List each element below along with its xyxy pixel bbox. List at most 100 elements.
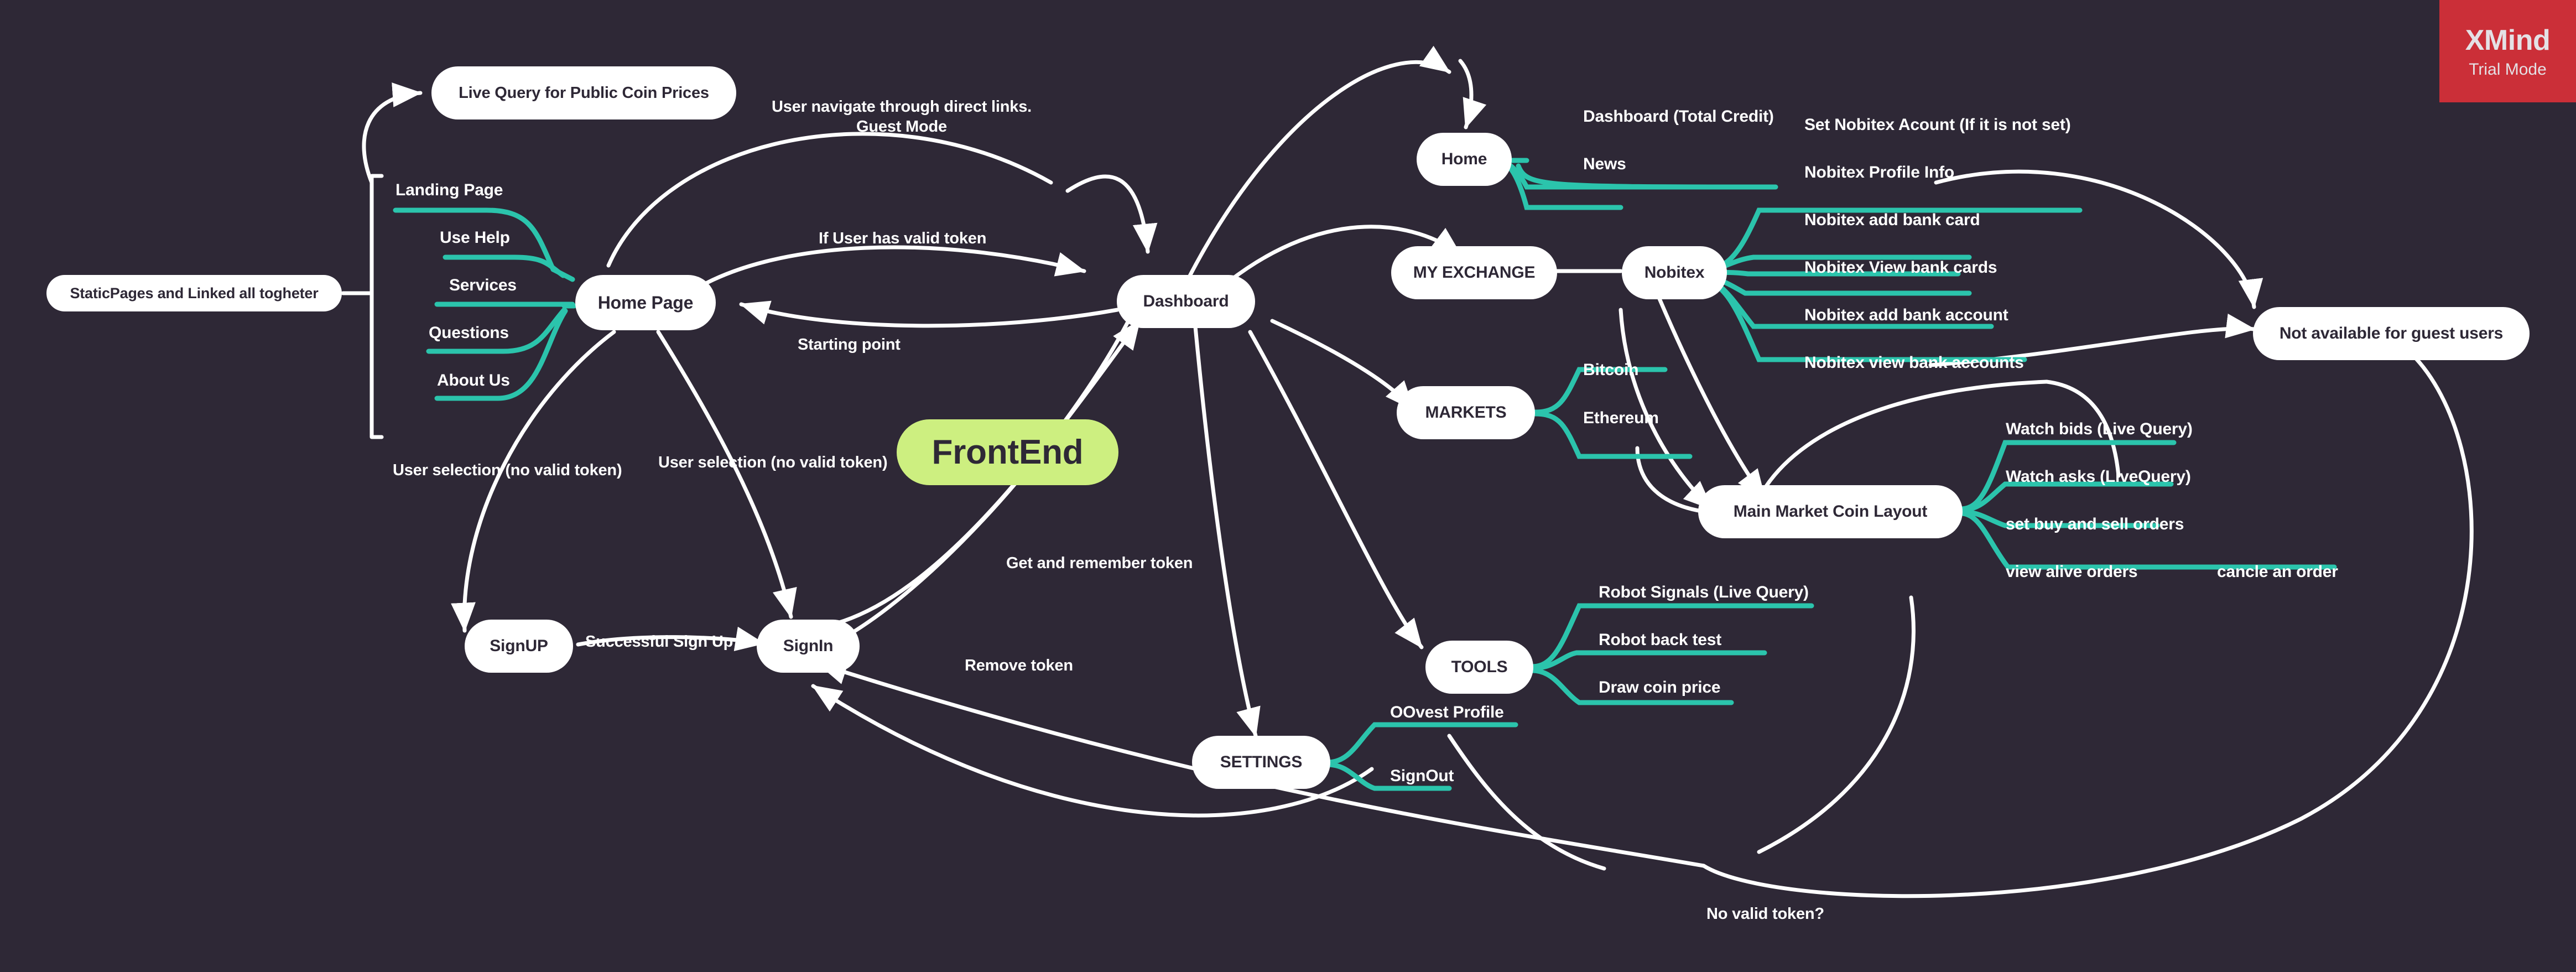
node-home-label: Home xyxy=(1441,150,1487,168)
node-home-page-label: Home Page xyxy=(597,292,694,313)
node-frontend-label: FrontEnd xyxy=(931,433,1084,471)
node-main-market-coin-layout[interactable]: Main Market Coin Layout xyxy=(1698,485,1963,538)
leaf-nobitex-add-bank-card[interactable]: Nobitex add bank card xyxy=(1804,211,1980,229)
node-markets[interactable]: MARKETS xyxy=(1397,386,1535,439)
edge-label-user-selection-right-text: User selection (no valid token) xyxy=(658,454,888,471)
edge-label-remove-token-text: Remove token xyxy=(965,657,1073,674)
edge-label-successful-signup-text: Successful Sign Up xyxy=(585,633,733,651)
leaf-watch-asks-label: Watch asks (LiveQuery) xyxy=(2006,467,2191,486)
leaf-signout-label: SignOut xyxy=(1390,767,1454,785)
leaf-nobitex-add-bank-account-label: Nobitex add bank account xyxy=(1804,306,2008,324)
leaf-nobitex-view-bank-accounts-label: Nobitex view bank accounts xyxy=(1804,354,2024,372)
leaf-landing-page-label: Landing Page xyxy=(395,181,503,199)
node-home-page[interactable]: Home Page xyxy=(575,275,716,330)
edge-label-user-selection-left-text: User selection (no valid token) xyxy=(393,461,622,479)
leaf-nobitex-add-bank-card-label: Nobitex add bank card xyxy=(1804,211,1980,229)
edge-label-successful-signup: Successful Sign Up xyxy=(585,632,733,652)
edge-label-no-valid-token: No valid token? xyxy=(1706,904,1824,924)
leaf-nobitex-profile-info-label: Nobitex Profile Info xyxy=(1804,163,1955,181)
leaf-services[interactable]: Services xyxy=(449,277,517,294)
node-settings-label: SETTINGS xyxy=(1220,753,1303,771)
leaf-watch-bids[interactable]: Watch bids (Live Query) xyxy=(2006,420,2193,438)
leaf-dashboard-total-credit-label: Dashboard (Total Credit) xyxy=(1583,107,1774,126)
node-markets-label: MARKETS xyxy=(1425,403,1507,422)
leaf-services-label: Services xyxy=(449,276,517,294)
node-not-available-for-guest-users[interactable]: Not available for guest users xyxy=(2253,307,2530,360)
leaf-landing-page[interactable]: Landing Page xyxy=(395,181,503,199)
xmind-trial-watermark: XMind Trial Mode xyxy=(2439,0,2576,102)
leaf-nobitex-view-bank-accounts[interactable]: Nobitex view bank accounts xyxy=(1804,354,2024,372)
leaf-nobitex-view-bank-cards[interactable]: Nobitex View bank cards xyxy=(1804,259,1997,277)
leaf-cancle-an-order[interactable]: cancle an order xyxy=(2217,563,2338,581)
leaf-robot-signals[interactable]: Robot Signals (Live Query) xyxy=(1599,584,1809,601)
edge-label-get-remember-token: Get and remember token xyxy=(1006,553,1193,573)
leaf-use-help-label: Use Help xyxy=(440,228,510,247)
leaf-questions-label: Questions xyxy=(429,324,509,342)
node-my-exchange-label: MY EXCHANGE xyxy=(1413,263,1536,282)
leaf-draw-coin-price[interactable]: Draw coin price xyxy=(1599,678,1721,696)
node-static-pages-label: StaticPages and Linked all togheter xyxy=(70,284,319,302)
edge-label-user-selection-right: User selection (no valid token) xyxy=(658,453,888,472)
edge-label-get-remember-token-text: Get and remember token xyxy=(1006,554,1193,572)
leaf-nobitex-view-bank-cards-label: Nobitex View bank cards xyxy=(1804,258,1997,277)
node-signin[interactable]: SignIn xyxy=(757,620,860,673)
node-dashboard-label: Dashboard xyxy=(1143,292,1229,310)
node-my-exchange[interactable]: MY EXCHANGE xyxy=(1391,246,1557,299)
node-tools[interactable]: TOOLS xyxy=(1425,641,1533,694)
leaf-news-label: News xyxy=(1583,155,1626,173)
leaf-watch-asks[interactable]: Watch asks (LiveQuery) xyxy=(2006,468,2191,486)
node-home[interactable]: Home xyxy=(1417,133,1512,186)
node-signup-label: SignUP xyxy=(490,637,548,655)
edge-label-starting-point-text: Starting point xyxy=(798,336,901,354)
edge-label-guest-mode-text: User navigate through direct links. Gues… xyxy=(772,98,1032,136)
node-dashboard[interactable]: Dashboard xyxy=(1117,275,1255,328)
node-nobitex-label: Nobitex xyxy=(1644,263,1705,282)
leaf-about-us[interactable]: About Us xyxy=(437,372,510,389)
leaf-about-us-label: About Us xyxy=(437,371,510,389)
leaf-oovest-profile-label: OOvest Profile xyxy=(1390,703,1504,721)
node-settings[interactable]: SETTINGS xyxy=(1192,736,1330,789)
leaf-oovest-profile[interactable]: OOvest Profile xyxy=(1390,704,1504,721)
leaf-robot-back-test-label: Robot back test xyxy=(1599,631,1722,649)
edge-layer xyxy=(341,45,2474,898)
leaf-set-nobitex-account-label: Set Nobitex Acount (If it is not set) xyxy=(1804,116,2071,134)
leaf-ethereum[interactable]: Ethereum xyxy=(1583,409,1659,427)
node-static-pages[interactable]: StaticPages and Linked all togheter xyxy=(46,275,342,311)
edge-label-remove-token: Remove token xyxy=(965,656,1073,675)
leaf-watch-bids-label: Watch bids (Live Query) xyxy=(2006,420,2193,438)
node-live-query-public-coin-prices[interactable]: Live Query for Public Coin Prices xyxy=(431,66,736,119)
leaf-nobitex-add-bank-account[interactable]: Nobitex add bank account xyxy=(1804,306,2008,324)
edge-label-starting-point: Starting point xyxy=(798,335,901,355)
node-live-query-label: Live Query for Public Coin Prices xyxy=(459,84,709,102)
node-not-available-label: Not available for guest users xyxy=(2279,324,2504,342)
leaf-set-buy-and-sell-orders-label: set buy and sell orders xyxy=(2006,515,2184,533)
node-nobitex[interactable]: Nobitex xyxy=(1622,246,1727,299)
node-signin-label: SignIn xyxy=(783,637,834,655)
node-signup[interactable]: SignUP xyxy=(465,620,573,673)
leaf-ethereum-label: Ethereum xyxy=(1583,409,1659,427)
leaf-set-nobitex-account[interactable]: Set Nobitex Acount (If it is not set) xyxy=(1804,116,2071,134)
node-frontend-central[interactable]: FrontEnd xyxy=(897,419,1118,485)
leaf-questions[interactable]: Questions xyxy=(429,324,509,342)
leaf-robot-signals-label: Robot Signals (Live Query) xyxy=(1599,583,1809,601)
leaf-bitcoin[interactable]: Bitcoin xyxy=(1583,361,1638,379)
leaf-bitcoin-label: Bitcoin xyxy=(1583,361,1639,379)
watermark-subtitle: Trial Mode xyxy=(2469,60,2547,79)
leaf-view-alive-orders[interactable]: view alive orders xyxy=(2006,563,2138,581)
leaf-cancle-an-order-label: cancle an order xyxy=(2217,563,2338,581)
leaf-robot-back-test[interactable]: Robot back test xyxy=(1599,631,1721,649)
leaf-draw-coin-price-label: Draw coin price xyxy=(1599,678,1721,696)
leaf-nobitex-profile-info[interactable]: Nobitex Profile Info xyxy=(1804,164,1954,181)
leaf-dashboard-total-credit[interactable]: Dashboard (Total Credit) xyxy=(1583,108,1774,126)
watermark-title: XMind xyxy=(2465,24,2551,56)
leaf-set-buy-and-sell-orders[interactable]: set buy and sell orders xyxy=(2006,516,2184,533)
leaf-view-alive-orders-label: view alive orders xyxy=(2006,563,2138,581)
edge-label-user-selection-left: User selection (no valid token) xyxy=(393,460,622,480)
node-main-market-coin-layout-label: Main Market Coin Layout xyxy=(1733,502,1928,521)
leaf-use-help[interactable]: Use Help xyxy=(440,229,510,247)
leaf-news[interactable]: News xyxy=(1583,155,1626,173)
node-tools-label: TOOLS xyxy=(1451,658,1508,676)
edge-label-guest-mode: User navigate through direct links. Gues… xyxy=(752,97,1051,137)
mindmap-canvas: StaticPages and Linked all togheter Live… xyxy=(0,0,2576,972)
leaf-signout[interactable]: SignOut xyxy=(1390,767,1454,785)
